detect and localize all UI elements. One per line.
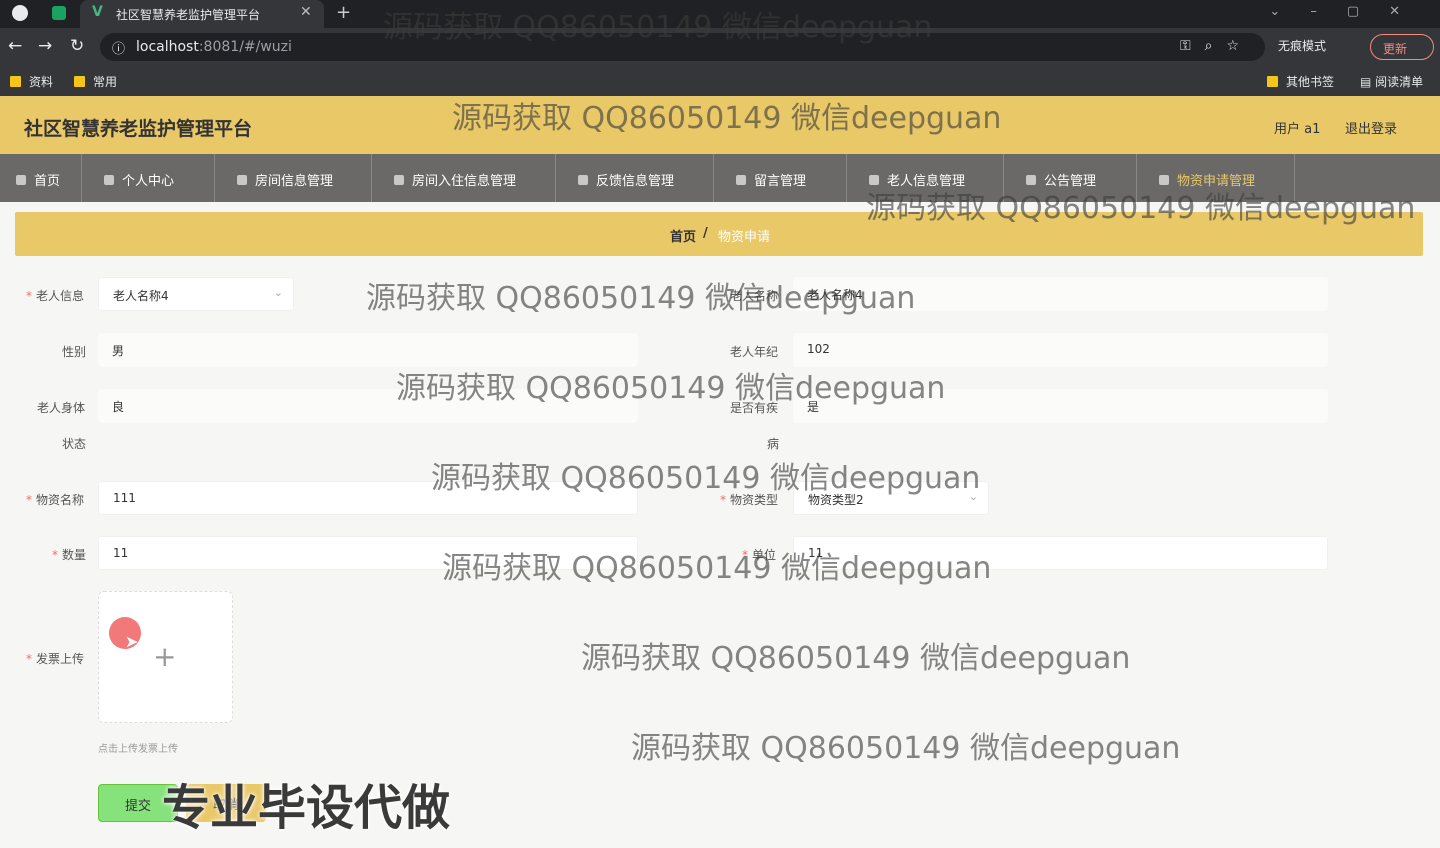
info-icon[interactable]: ⓘ xyxy=(112,38,125,57)
disease-field[interactable]: 是 xyxy=(793,389,1328,423)
breadcrumb-separator: / xyxy=(703,226,708,241)
bookmarks-bar: 资料 常用 其他书签 ▤ 阅读清单 xyxy=(0,66,1440,96)
vue-favicon-icon: V xyxy=(92,4,103,20)
breadcrumb-home[interactable]: 首页 xyxy=(670,226,696,245)
mail-icon xyxy=(1026,175,1036,185)
room-icon xyxy=(237,175,247,185)
breadcrumb-current: 物资申请 xyxy=(718,230,771,245)
user-icon xyxy=(104,175,114,185)
app-header: 社区智慧养老监护管理平台 用户 a1 退出登录 xyxy=(0,96,1440,154)
elderly-icon xyxy=(869,175,879,185)
invoice-upload[interactable]: ➤ + xyxy=(98,591,233,723)
app-title: 社区智慧养老监护管理平台 xyxy=(24,118,253,140)
laoren-name-field[interactable]: 老人名称4 xyxy=(793,277,1328,311)
plus-icon: + xyxy=(153,640,177,673)
watermark: 源码获取 QQ86050149 微信deepguan xyxy=(631,731,1181,766)
reading-list[interactable]: ▤ 阅读清单 xyxy=(1360,73,1423,90)
supplies-icon xyxy=(1159,175,1169,185)
age-label: 老人年纪 xyxy=(730,345,779,359)
menu-item-feedback[interactable]: 反馈信息管理 xyxy=(556,154,714,202)
home-icon xyxy=(16,175,26,185)
sheets-tab-icon[interactable] xyxy=(52,6,66,20)
forward-arrow-icon[interactable]: → xyxy=(38,36,52,56)
user-info: 用户 a1 xyxy=(1274,122,1321,137)
url-field[interactable]: ⓘ localhost:8081/#/wuzi ⚿⌕☆ xyxy=(100,33,1265,61)
tab-close-icon[interactable]: ✕ xyxy=(300,4,312,20)
disease-label: 是否有疾 xyxy=(730,401,779,415)
menu-item-elderly[interactable]: 老人信息管理 xyxy=(847,154,1004,202)
age-field[interactable]: 102 xyxy=(793,333,1328,367)
new-tab-button[interactable]: + xyxy=(336,2,351,23)
upload-tip: 点击上传发票上传 xyxy=(98,744,178,755)
menu-item-supplies[interactable]: 物资申请管理 xyxy=(1137,154,1295,202)
bookmark-other[interactable]: 其他书签 xyxy=(1267,73,1334,90)
quantity-input[interactable]: 11 xyxy=(98,536,638,570)
wuzi-type-label: * 物资类型 xyxy=(720,493,779,507)
url-action-icons[interactable]: ⚿⌕☆ xyxy=(1180,38,1253,54)
gender-field[interactable]: 男 xyxy=(98,333,638,367)
wuzi-name-input[interactable]: 111 xyxy=(98,481,638,515)
menu-item-messages[interactable]: 留言管理 xyxy=(714,154,847,202)
wuzi-name-label: * 物资名称 xyxy=(26,493,85,507)
url-text: localhost:8081/#/wuzi xyxy=(136,39,292,55)
message-icon xyxy=(736,175,746,185)
unit-input[interactable]: 11 xyxy=(793,536,1328,570)
top-menu: 首页 个人中心 房间信息管理 房间入住信息管理 反馈信息管理 留言管理 老人信息… xyxy=(0,154,1440,202)
chevron-down-icon: ⌄ xyxy=(273,286,283,299)
back-arrow-icon[interactable]: ← xyxy=(8,36,22,56)
incognito-badge[interactable]: 无痕模式 xyxy=(1278,37,1326,54)
logout-link[interactable]: 退出登录 xyxy=(1345,118,1397,137)
watermark: 源码获取 QQ86050149 微信deepguan xyxy=(581,641,1131,676)
gender-label: 性别 xyxy=(62,345,87,359)
chevron-down-icon: ⌄ xyxy=(968,490,978,503)
invoice-label: * 发票上传 xyxy=(26,652,85,666)
window-controls[interactable]: ⌄–▢✕ xyxy=(1269,4,1430,19)
menu-item-checkin[interactable]: 房间入住信息管理 xyxy=(372,154,556,202)
bookmark-changyong[interactable]: 常用 xyxy=(74,73,117,90)
menu-item-notice[interactable]: 公告管理 xyxy=(1004,154,1137,202)
tab-title: 社区智慧养老监护管理平台 xyxy=(116,8,261,22)
body-field[interactable]: 良 xyxy=(98,389,638,423)
menu-item-home[interactable]: 首页 xyxy=(0,154,82,202)
menu-item-profile[interactable]: 个人中心 xyxy=(82,154,215,202)
body-label-2: 状态 xyxy=(62,437,87,451)
promo-banner: 专业毕设代做 xyxy=(162,780,451,836)
address-bar: ← → ↻ ⓘ localhost:8081/#/wuzi ⚿⌕☆ 无痕模式 更… xyxy=(0,28,1440,66)
body-label: 老人身体 xyxy=(37,401,86,415)
reload-icon[interactable]: ↻ xyxy=(70,36,84,56)
browser-profile-icon[interactable] xyxy=(12,5,28,21)
browser-tab-strip: V 社区智慧养老监护管理平台 ✕ + ⌄–▢✕ xyxy=(0,0,1440,28)
unit-label: * 单位 xyxy=(742,548,777,562)
breadcrumb: 首页 / 物资申请 xyxy=(15,212,1423,256)
update-button[interactable]: 更新 xyxy=(1370,34,1434,60)
laoren-info-select[interactable]: 老人名称4 ⌄ xyxy=(98,277,294,311)
mouse-cursor-icon: ➤ xyxy=(125,632,139,651)
checkin-icon xyxy=(394,175,404,185)
laoren-info-label: * 老人信息 xyxy=(26,289,85,303)
quantity-label: * 数量 xyxy=(52,548,87,562)
disease-label-2: 病 xyxy=(767,437,780,451)
menu-item-room[interactable]: 房间信息管理 xyxy=(215,154,372,202)
bookmark-ziliao[interactable]: 资料 xyxy=(10,73,53,90)
laoren-name-label: 老人名称 xyxy=(730,289,779,303)
feedback-icon xyxy=(578,175,588,185)
wuzi-type-select[interactable]: 物资类型2 ⌄ xyxy=(793,481,989,515)
